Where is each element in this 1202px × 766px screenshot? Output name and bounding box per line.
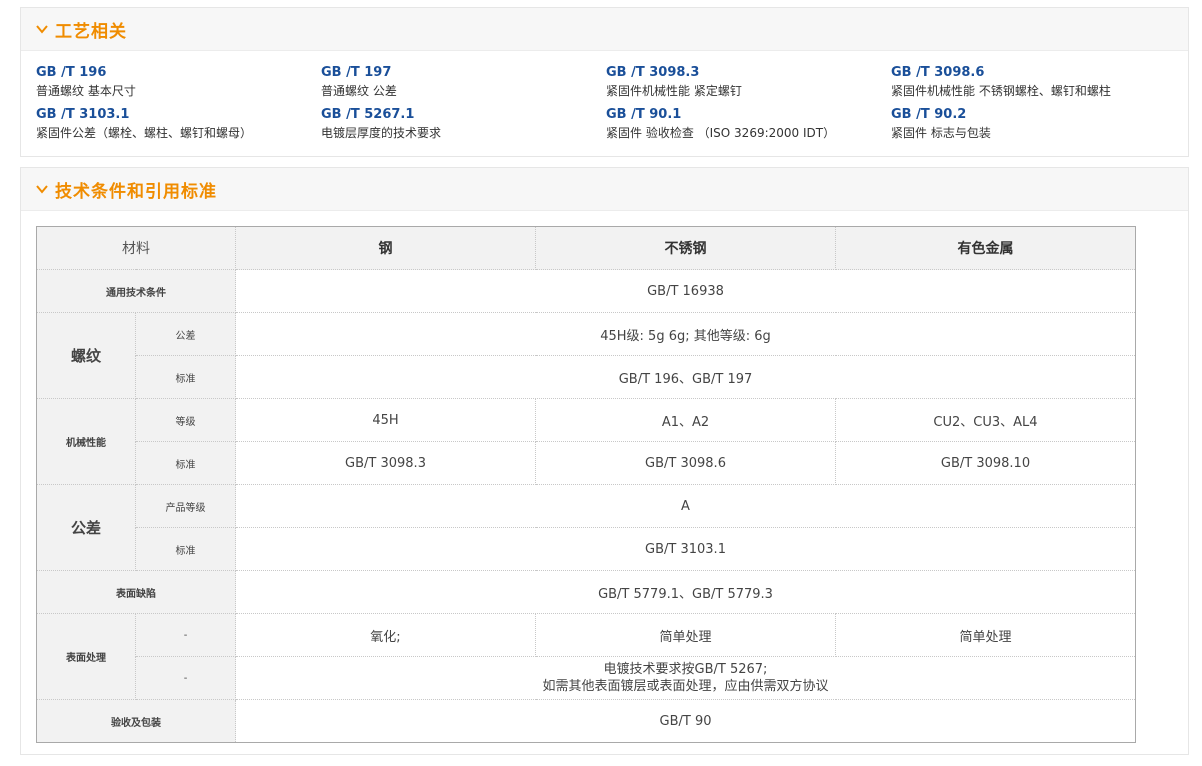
- tech-conditions-header[interactable]: 技术条件和引用标准: [21, 168, 1188, 211]
- mech-grade-steel: 45H: [235, 398, 536, 442]
- standard-item: GB /T 3098.3 紧固件机械性能 紧定螺钉: [606, 64, 891, 100]
- surface-sub2-label: -: [135, 656, 236, 700]
- table-row: 验收及包装 GB/T 90: [36, 699, 1136, 743]
- thread-std-label: 标准: [135, 355, 236, 399]
- surface-plating-note: 电镀技术要求按GB/T 5267; 如需其他表面镀层或表面处理，应由供需双方协议: [235, 656, 1136, 700]
- standard-name: 紧固件 标志与包装: [891, 126, 991, 140]
- surface-sub1-label: -: [135, 613, 236, 657]
- standards-list: GB /T 196 普通螺纹 基本尺寸 GB /T 197 普通螺纹 公差 GB /…: [36, 64, 1176, 142]
- header-material: 材料: [36, 226, 236, 270]
- standard-name: 紧固件机械性能 紧定螺钉: [606, 84, 742, 98]
- chevron-down-icon[interactable]: [35, 182, 49, 196]
- table-row: 标准 GB/T 196、GB/T 197: [37, 355, 1136, 399]
- tolerance-grade-label: 产品等级: [135, 484, 236, 528]
- surface-stainless: 简单处理: [535, 613, 836, 657]
- row-label-general: 通用技术条件: [36, 269, 236, 313]
- chevron-down-icon[interactable]: [35, 22, 49, 36]
- mech-std-steel: GB/T 3098.3: [235, 441, 536, 485]
- surface-steel: 氧化;: [235, 613, 536, 657]
- mech-grade-stainless: A1、A2: [535, 398, 836, 442]
- surface-note-line1: 电镀技术要求按GB/T 5267;: [603, 662, 768, 677]
- mech-std-label: 标准: [135, 441, 236, 485]
- tolerance-std-value: GB/T 3103.1: [235, 527, 1136, 571]
- tech-conditions-title: 技术条件和引用标准: [55, 181, 217, 202]
- table-header-row: 材料 钢 不锈钢 有色金属: [36, 226, 1136, 270]
- tolerance-std-label: 标准: [135, 527, 236, 571]
- thread-std-value: GB/T 196、GB/T 197: [235, 355, 1136, 399]
- table-row: 公差 产品等级 A: [36, 484, 1136, 571]
- standard-link[interactable]: GB /T 3103.1: [36, 106, 321, 124]
- standard-item: GB /T 3098.6 紧固件机械性能 不锈钢螺栓、螺钉和螺柱: [891, 64, 1176, 100]
- table-row: 机械性能 等级 45H A1、A2 CU2、CU3、AL4: [36, 398, 1136, 485]
- process-panel-title: 工艺相关: [55, 21, 127, 42]
- table-row: 表面处理 - 氧化; 简单处理 简单处理: [36, 613, 1136, 700]
- process-panel: 工艺相关 GB /T 196 普通螺纹 基本尺寸 GB /T 197 普通螺纹 公差…: [20, 7, 1189, 157]
- standard-item: GB /T 90.2 紧固件 标志与包装: [891, 106, 1176, 142]
- header-stainless: 不锈钢: [535, 226, 836, 270]
- standard-item: GB /T 196 普通螺纹 基本尺寸: [36, 64, 321, 100]
- standard-name: 紧固件机械性能 不锈钢螺栓、螺钉和螺柱: [891, 84, 1111, 98]
- general-value: GB/T 16938: [235, 269, 1136, 313]
- standard-item: GB /T 90.1 紧固件 验收检查 （ISO 3269:2000 IDT）: [606, 106, 891, 142]
- standard-link[interactable]: GB /T 196: [36, 64, 321, 82]
- thread-tol-label: 公差: [135, 312, 236, 356]
- defects-value: GB/T 5779.1、GB/T 5779.3: [235, 570, 1136, 614]
- standard-link[interactable]: GB /T 3098.3: [606, 64, 891, 82]
- standard-item: GB /T 197 普通螺纹 公差: [321, 64, 606, 100]
- row-label-surface: 表面处理: [36, 613, 136, 700]
- mech-std-nonferrous: GB/T 3098.10: [835, 441, 1136, 485]
- row-label-mech: 机械性能: [36, 398, 136, 485]
- standard-link[interactable]: GB /T 197: [321, 64, 606, 82]
- mech-std-stainless: GB/T 3098.6: [535, 441, 836, 485]
- standard-link[interactable]: GB /T 90.1: [606, 106, 891, 124]
- mech-grade-nonferrous: CU2、CU3、AL4: [835, 398, 1136, 442]
- spec-table: 材料 钢 不锈钢 有色金属 通用技术条件 GB/T 16938 螺纹 公差 45…: [36, 226, 1136, 743]
- standard-name: 紧固件 验收检查 （ISO 3269:2000 IDT）: [606, 126, 836, 140]
- table-row: 标准 GB/T 3098.3 GB/T 3098.6 GB/T 3098.10: [37, 441, 1136, 485]
- standard-link[interactable]: GB /T 90.2: [891, 106, 1176, 124]
- standard-name: 普通螺纹 基本尺寸: [36, 84, 136, 98]
- header-nonferrous: 有色金属: [835, 226, 1136, 270]
- table-row: 标准 GB/T 3103.1: [37, 527, 1136, 571]
- surface-note-line2: 如需其他表面镀层或表面处理，应由供需双方协议: [542, 679, 829, 694]
- acceptance-value: GB/T 90: [235, 699, 1136, 743]
- tech-conditions-panel: 技术条件和引用标准 材料 钢 不锈钢 有色金属 通用技术条件 GB/T 1693…: [20, 167, 1189, 755]
- row-label-defects: 表面缺陷: [36, 570, 236, 614]
- table-row: - 电镀技术要求按GB/T 5267; 如需其他表面镀层或表面处理，应由供需双方…: [37, 656, 1136, 700]
- process-panel-header[interactable]: 工艺相关: [21, 8, 1188, 51]
- standard-link[interactable]: GB /T 3098.6: [891, 64, 1176, 82]
- standard-name: 电镀层厚度的技术要求: [321, 126, 442, 140]
- table-row: 螺纹 公差 45H级: 5g 6g; 其他等级: 6g: [36, 312, 1136, 399]
- standard-name: 紧固件公差（螺栓、螺柱、螺钉和螺母）: [36, 126, 253, 140]
- table-row: 通用技术条件 GB/T 16938: [36, 269, 1136, 313]
- standard-name: 普通螺纹 公差: [321, 84, 397, 98]
- standard-item: GB /T 5267.1 电镀层厚度的技术要求: [321, 106, 606, 142]
- thread-tol-value: 45H级: 5g 6g; 其他等级: 6g: [235, 312, 1136, 356]
- table-row: 表面缺陷 GB/T 5779.1、GB/T 5779.3: [36, 570, 1136, 614]
- row-label-thread: 螺纹: [36, 312, 136, 399]
- row-label-tolerance: 公差: [36, 484, 136, 571]
- surface-nonferrous: 简单处理: [835, 613, 1136, 657]
- standard-link[interactable]: GB /T 5267.1: [321, 106, 606, 124]
- header-steel: 钢: [235, 226, 536, 270]
- mech-grade-label: 等级: [135, 398, 236, 442]
- tolerance-grade-value: A: [235, 484, 1136, 528]
- standard-item: GB /T 3103.1 紧固件公差（螺栓、螺柱、螺钉和螺母）: [36, 106, 321, 142]
- row-label-acceptance: 验收及包装: [36, 699, 236, 743]
